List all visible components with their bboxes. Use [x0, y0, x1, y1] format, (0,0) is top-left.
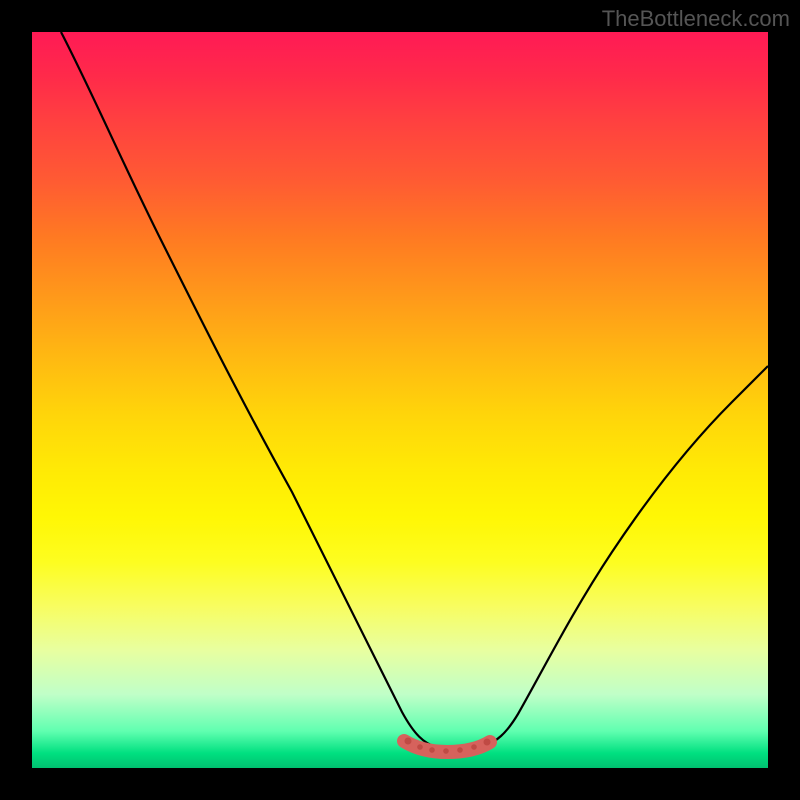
bottleneck-curve-line [61, 32, 768, 749]
plot-area [32, 32, 768, 768]
watermark-text: TheBottleneck.com [602, 6, 790, 32]
chart-svg [32, 32, 768, 768]
